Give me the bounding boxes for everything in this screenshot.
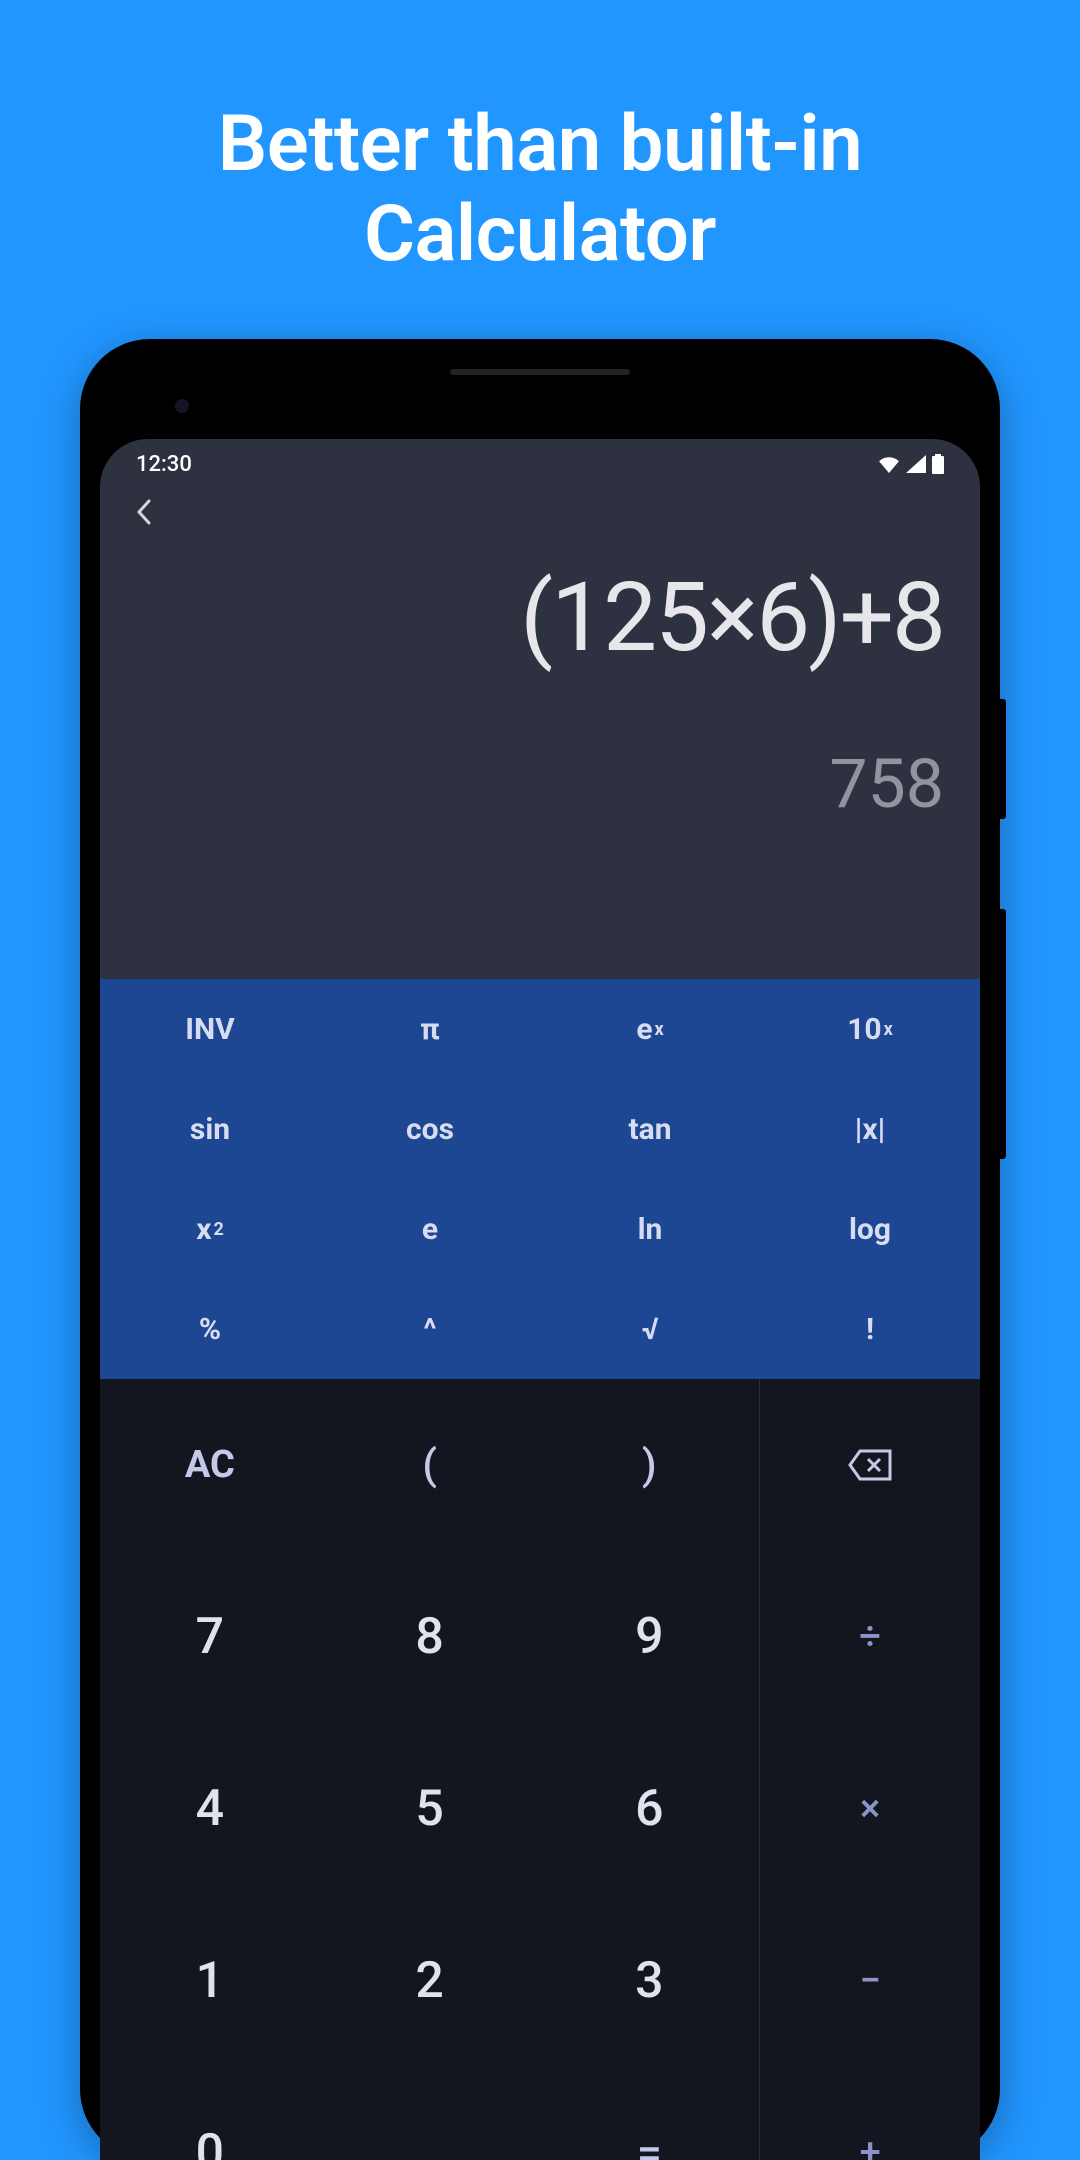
e-button[interactable]: e xyxy=(320,1179,540,1279)
promo-line-1: Better than built-in xyxy=(218,99,862,190)
digit-3-button[interactable]: 3 xyxy=(540,1895,760,2067)
abs-button[interactable]: |x| xyxy=(760,1079,980,1179)
digit-9-button[interactable]: 9 xyxy=(540,1551,760,1723)
ln-button[interactable]: ln xyxy=(540,1179,760,1279)
battery-icon xyxy=(932,454,944,474)
status-time: 12:30 xyxy=(136,452,192,477)
e-to-x-button[interactable]: ex xyxy=(540,979,760,1079)
digit-7-button[interactable]: 7 xyxy=(100,1551,320,1723)
result-display: 758 xyxy=(136,744,944,824)
operator-column: ÷ × − + xyxy=(759,1379,980,2160)
wifi-icon xyxy=(878,455,900,473)
digit-0-button[interactable]: 0 xyxy=(100,2067,320,2160)
digit-2-button[interactable]: 2 xyxy=(320,1895,540,2067)
decimal-button[interactable]: . xyxy=(320,2067,540,2160)
digit-4-button[interactable]: 4 xyxy=(100,1723,320,1895)
divide-button[interactable]: ÷ xyxy=(760,1551,980,1723)
promo-line-2: Calculator xyxy=(364,189,716,280)
ten-to-x-base: 10 xyxy=(847,1012,881,1047)
back-button[interactable] xyxy=(136,499,152,532)
promo-title: Better than built-in Calculator xyxy=(218,100,862,279)
x-squared-sup: 2 xyxy=(213,1219,223,1240)
sin-button[interactable]: sin xyxy=(100,1079,320,1179)
status-icons xyxy=(878,454,944,474)
digit-8-button[interactable]: 8 xyxy=(320,1551,540,1723)
percent-button[interactable]: % xyxy=(100,1279,320,1379)
backspace-icon xyxy=(848,1449,892,1481)
expression-display: (125×6)+8 xyxy=(136,562,944,674)
equals-button[interactable]: = xyxy=(540,2067,760,2160)
digit-1-button[interactable]: 1 xyxy=(100,1895,320,2067)
inv-button[interactable]: INV xyxy=(100,979,320,1079)
phone-camera xyxy=(175,399,189,413)
main-keypad: AC ( ) 7 8 9 4 5 6 1 2 3 0 . = ÷ xyxy=(100,1379,980,2160)
phone-speaker xyxy=(450,369,630,375)
log-button[interactable]: log xyxy=(760,1179,980,1279)
e-to-x-sup: x xyxy=(655,1019,664,1040)
signal-icon xyxy=(906,455,926,473)
x-squared-base: x xyxy=(196,1212,211,1247)
phone-frame: 12:30 (125×6)+8 758 INV π ex 10x sin cos… xyxy=(80,339,1000,2159)
chevron-left-icon xyxy=(136,499,152,525)
delete-button[interactable] xyxy=(760,1379,980,1551)
phone-volume-button xyxy=(1000,909,1006,1159)
cos-button[interactable]: cos xyxy=(320,1079,540,1179)
ten-to-x-button[interactable]: 10x xyxy=(760,979,980,1079)
tan-button[interactable]: tan xyxy=(540,1079,760,1179)
pi-button[interactable]: π xyxy=(320,979,540,1079)
x-squared-button[interactable]: x2 xyxy=(100,1179,320,1279)
multiply-button[interactable]: × xyxy=(760,1723,980,1895)
add-button[interactable]: + xyxy=(760,2067,980,2160)
left-paren-button[interactable]: ( xyxy=(320,1379,540,1551)
factorial-button[interactable]: ! xyxy=(760,1279,980,1379)
digit-6-button[interactable]: 6 xyxy=(540,1723,760,1895)
digit-5-button[interactable]: 5 xyxy=(320,1723,540,1895)
e-to-x-base: e xyxy=(636,1012,652,1047)
right-paren-button[interactable]: ) xyxy=(540,1379,760,1551)
display-area: (125×6)+8 758 xyxy=(100,489,980,979)
number-grid: AC ( ) 7 8 9 4 5 6 1 2 3 0 . = xyxy=(100,1379,759,2160)
ten-to-x-sup: x xyxy=(884,1019,893,1040)
phone-power-button xyxy=(1000,699,1006,819)
status-bar: 12:30 xyxy=(100,439,980,489)
scientific-panel: INV π ex 10x sin cos tan |x| x2 e ln log… xyxy=(100,979,980,1379)
sqrt-button[interactable]: √ xyxy=(540,1279,760,1379)
phone-screen: 12:30 (125×6)+8 758 INV π ex 10x sin cos… xyxy=(100,439,980,2160)
power-button[interactable]: ^ xyxy=(320,1279,540,1379)
subtract-button[interactable]: − xyxy=(760,1895,980,2067)
all-clear-button[interactable]: AC xyxy=(100,1379,320,1551)
